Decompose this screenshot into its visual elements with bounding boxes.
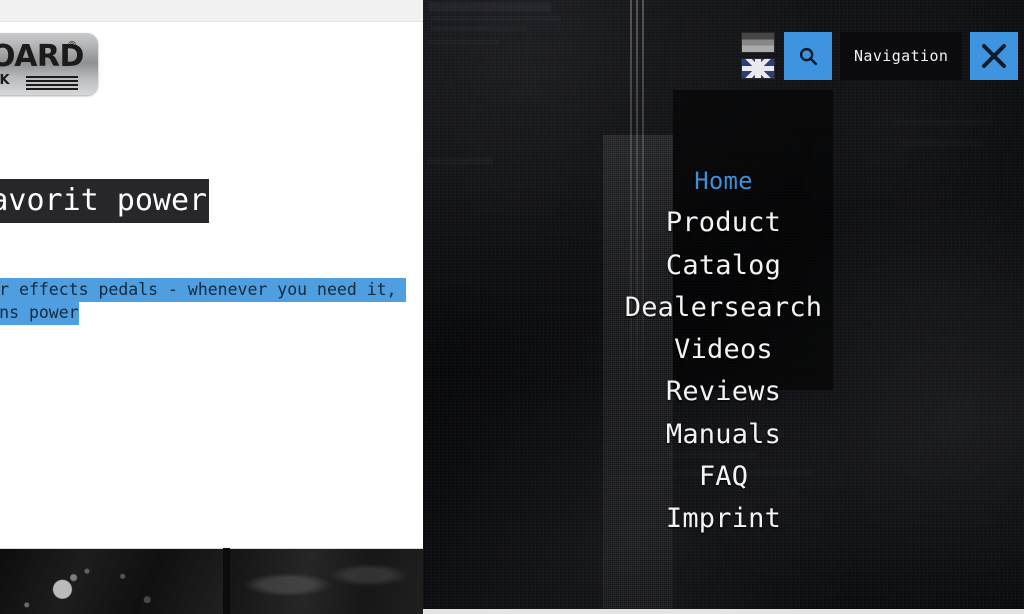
page-headline: ON's favorit power y! — [0, 179, 405, 264]
search-button[interactable] — [784, 31, 832, 80]
menu-item-videos[interactable]: Videos — [423, 329, 1024, 371]
overlay-smudge-10 — [899, 140, 983, 146]
overlay-bottom-strip — [423, 609, 1024, 614]
language-switcher — [741, 32, 775, 79]
logo-subtext: CK — [0, 73, 10, 88]
thumbnail-row — [0, 548, 423, 614]
german-flag-icon[interactable] — [741, 32, 775, 53]
logo-registered-mark: ® — [67, 40, 77, 51]
logo-bars-decoration — [26, 76, 78, 90]
overlay-smudge-3 — [431, 26, 527, 31]
thumbnail-1-texture — [0, 549, 223, 614]
thumbnail-2-texture — [230, 549, 423, 614]
overlay-smudge-2 — [431, 16, 561, 21]
menu-item-manuals[interactable]: Manuals — [423, 414, 1024, 456]
page-paragraph-text: power for your effects pedals - whenever… — [0, 278, 407, 347]
overlay-smudge-4 — [429, 40, 499, 45]
overlay-controls: Navigation — [741, 28, 1019, 83]
page-top-bar — [0, 0, 423, 22]
uk-flag-icon[interactable] — [741, 58, 775, 79]
menu-item-product[interactable]: Product — [423, 202, 1024, 244]
website-content-panel: OARD ® CK ON's favorit power y! power fo… — [0, 0, 423, 548]
navigation-label-text: Navigation — [854, 46, 949, 65]
site-logo[interactable]: OARD ® CK — [0, 33, 98, 95]
menu-item-imprint[interactable]: Imprint — [423, 498, 1024, 540]
page-headline-text: ON's favorit power y! — [0, 179, 210, 264]
overlay-smudge-9 — [893, 120, 993, 126]
thumbnail-image-2[interactable] — [230, 548, 423, 614]
navigation-overlay: Navigation Home Product Catalog Dealersearc… — [423, 0, 1024, 614]
menu-item-dealersearch[interactable]: Dealersearch — [423, 287, 1024, 329]
menu-item-reviews[interactable]: Reviews — [423, 371, 1024, 413]
thumbnail-image-1[interactable] — [0, 548, 223, 614]
close-icon — [982, 43, 1007, 68]
navigation-label[interactable]: Navigation — [840, 31, 963, 80]
menu-item-catalog[interactable]: Catalog — [423, 245, 1024, 287]
menu-item-home[interactable]: Home — [423, 160, 1024, 202]
navigation-menu: Home Product Catalog Dealersearch Videos Revi… — [423, 160, 1024, 541]
overlay-smudge-1 — [429, 2, 551, 12]
close-navigation-button[interactable] — [970, 31, 1019, 80]
page-paragraph-selected: power for your effects pedals - whenever… — [0, 278, 423, 347]
search-icon — [799, 47, 818, 65]
screen-root: OARD ® CK ON's favorit power y! power fo… — [0, 0, 1024, 614]
menu-item-faq[interactable]: FAQ — [423, 456, 1024, 498]
